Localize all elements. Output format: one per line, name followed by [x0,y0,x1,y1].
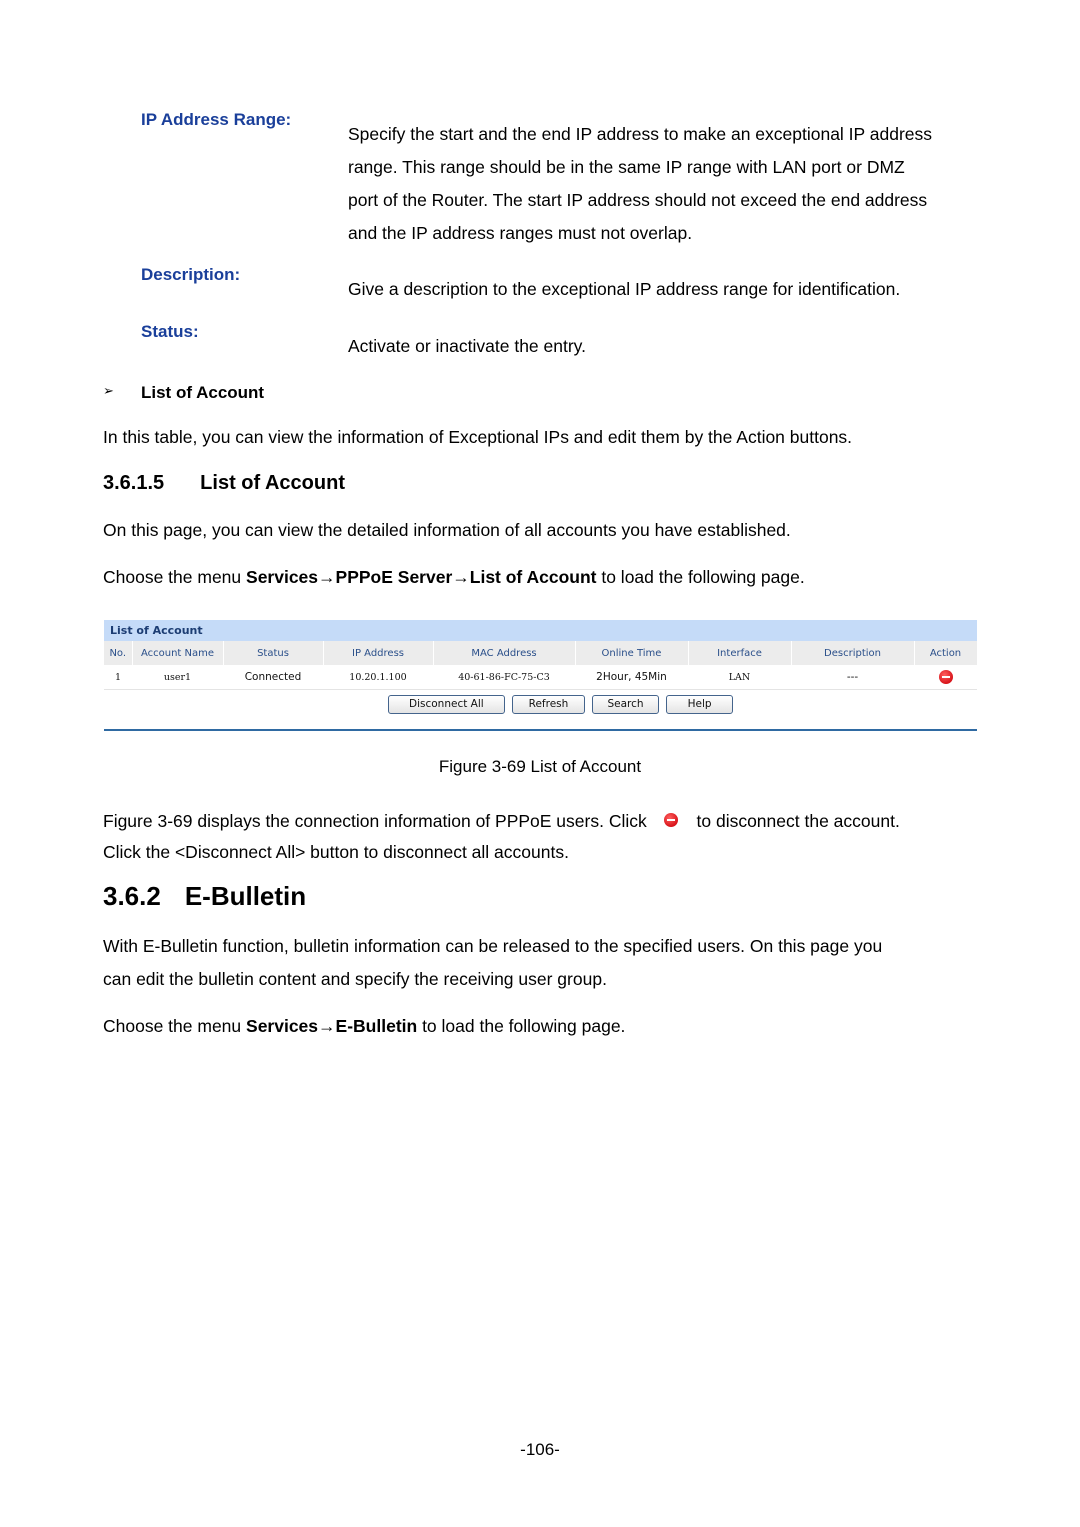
definition-status: Activate or inactivate the entry. [348,336,586,356]
table-header-row: No. Account Name Status IP Address MAC A… [104,641,978,665]
text: Choose the menu [103,567,247,587]
col-ip-address: IP Address [323,641,434,665]
definition-ip-address-range: Specify the start and the end IP address… [348,118,980,250]
search-button[interactable]: Search [592,695,660,714]
menu-path-paragraph: Choose the menu Services→PPPoE Server→Li… [103,561,805,594]
cell-interface: LAN [688,665,791,690]
col-action: Action [914,641,978,665]
cell-online-time: 2Hour, 45Min [575,665,688,690]
section-title: List of Account [200,472,345,494]
menu-e-bulletin: E-Bulletin [335,1016,418,1036]
text: Choose the menu [103,1016,247,1036]
col-no: No. [104,641,133,665]
definition-description: Give a description to the exceptional IP… [348,279,901,299]
cell-account-name: user1 [132,665,223,690]
list-of-account-figure: List of Account No. Account Name Status … [104,620,978,732]
arrow: → [318,567,336,587]
term-description: Description: [141,265,241,284]
cell-action[interactable] [914,665,977,690]
section-heading-362: 3.6.2 E-Bulletin [103,881,306,912]
cell-no: 1 [104,665,132,690]
arrow: → [452,567,470,587]
text-line: can edit the bulletin content and specif… [103,969,607,989]
term-status: Status: [141,322,199,341]
section-number: 3.6.2 [103,881,161,911]
bullet-heading: List of Account [141,383,265,402]
help-button[interactable]: Help [666,695,734,714]
figure-explanation-line2: Click the <Disconnect All> button to dis… [103,842,569,862]
text: Figure 3-69 displays the connection info… [103,811,647,831]
cell-status: Connected [223,665,323,690]
text-line: and the IP address ranges must not overl… [348,223,693,243]
col-description: Description [791,641,915,665]
cell-ip-address: 10.20.1.100 [323,665,433,690]
bullet-paragraph: In this table, you can view the informat… [103,427,853,447]
figure-caption: Figure 3-69 List of Account [438,757,642,776]
text-line: With E-Bulletin function, bulletin infor… [103,936,883,956]
menu-pppoe-server: PPPoE Server [335,567,453,587]
col-interface: Interface [688,641,792,665]
disconnect-icon[interactable] [938,670,953,684]
e-bulletin-paragraph: With E-Bulletin function, bulletin infor… [103,930,882,996]
panel-title: List of Account [104,620,977,641]
menu-list-of-account: List of Account [469,567,597,587]
col-mac-address: MAC Address [433,641,576,665]
col-status: Status [223,641,324,665]
term-ip-address-range: IP Address Range: [141,110,292,129]
text-line: Specify the start and the end IP address… [348,124,933,144]
section-number: 3.6.1.5 [103,472,165,494]
account-table: No. Account Name Status IP Address MAC A… [104,641,978,690]
section-heading-3615: 3.6.1.5 List of Account [103,472,345,495]
section-title: E-Bulletin [184,881,307,911]
disconnect-all-button[interactable]: Disconnect All [387,695,505,714]
col-account-name: Account Name [132,641,224,665]
text-line: port of the Router. The start IP address… [348,190,928,210]
arrow: → [318,1016,336,1036]
disconnect-icon [663,813,678,828]
text: to load the following page. [596,567,805,587]
cell-mac-address: 40-61-86-FC-75-C3 [433,665,575,690]
page-number: -106- [520,1440,560,1459]
col-online-time: Online Time [575,641,689,665]
figure-explanation-line1: Figure 3-69 displays the connection info… [103,805,900,838]
cell-description: --- [791,665,914,690]
menu-path-paragraph: Choose the menu Services→E-Bulletin to l… [103,1010,625,1043]
menu-services: Services [246,1016,319,1036]
text: to load the following page. [417,1016,626,1036]
text: to disconnect the account. [696,811,900,831]
table-row: 1 user1 Connected 10.20.1.100 40-61-86-F… [104,665,977,690]
figure-divider [104,729,977,731]
text-line: range. This range should be in the same … [348,157,905,177]
refresh-button[interactable]: Refresh [511,695,585,714]
button-row: Disconnect All Refresh Search Help [104,695,977,714]
section-intro: On this page, you can view the detailed … [103,520,791,540]
menu-services: Services [246,567,319,587]
bullet-arrow-icon: ➢ [103,383,114,398]
